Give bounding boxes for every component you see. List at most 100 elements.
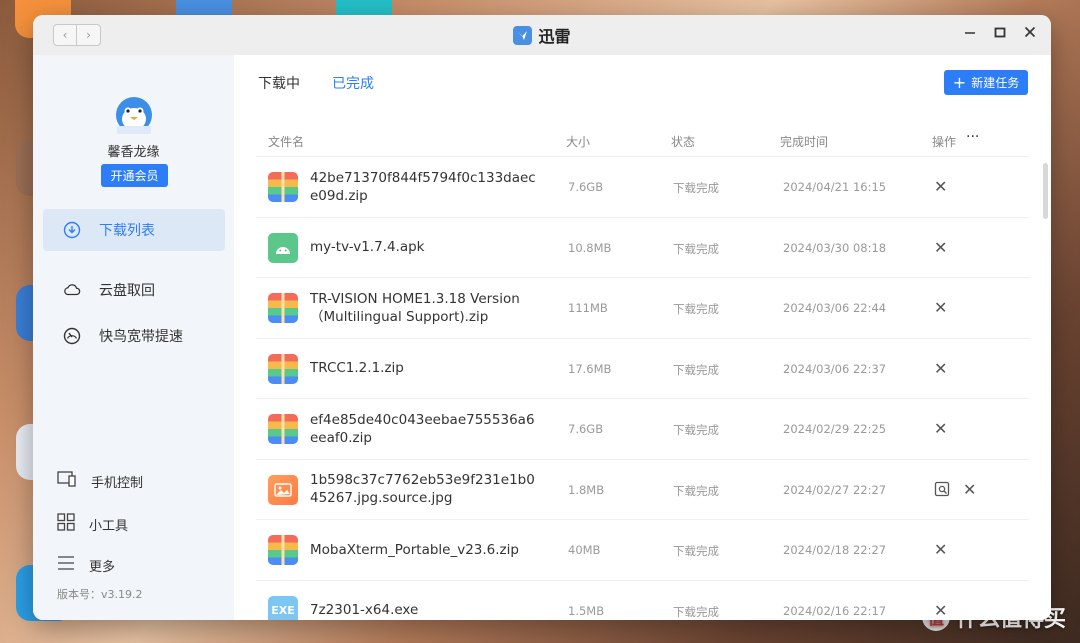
sidebar-item-label: 云盘取回 [99, 283, 155, 299]
zip-file-icon [268, 172, 298, 202]
file-complete-time: 2024/02/18 22:27 [783, 543, 887, 557]
more-options-icon[interactable]: ··· [966, 129, 979, 145]
file-status: 下载完成 [673, 483, 719, 498]
file-complete-time: 2024/02/29 22:25 [783, 422, 887, 436]
close-icon[interactable] [1023, 25, 1037, 39]
sidebar-item-phone-control[interactable]: 手机控制 [57, 471, 143, 491]
tabs: 下载中 已完成 [258, 73, 374, 93]
sidebar-bottom-label: 小工具 [89, 518, 129, 534]
file-complete-time: 2024/02/27 22:27 [783, 482, 887, 497]
file-status: 下载完成 [673, 544, 719, 558]
file-status: 下载完成 [673, 302, 719, 316]
back-button[interactable]: ‹ [53, 24, 77, 46]
main-panel: 下载中 已完成 + 新建任务 文件名 大小 状态 完成时间 操作 ··· 42b… [234, 55, 1051, 620]
nav-buttons: ‹ › [53, 24, 101, 46]
file-name: my-tv-v1.7.4.apk [310, 239, 425, 256]
avatar[interactable] [113, 91, 155, 135]
table-row[interactable]: MobaXterm_Portable_v23.6.zip 40MB 下载完成 2… [256, 520, 1029, 581]
file-size: 1.8MB [568, 482, 605, 497]
column-header-time[interactable]: 完成时间 [780, 133, 828, 150]
sidebar-bottom-label: 手机控制 [91, 475, 144, 491]
file-name: TRCC1.2.1.zip [310, 360, 404, 377]
scrollbar[interactable] [1043, 163, 1048, 219]
vip-button[interactable]: 开通会员 [101, 164, 168, 187]
exe-file-icon: EXE [268, 595, 298, 620]
delete-icon[interactable]: ✕ [963, 480, 976, 499]
delete-icon[interactable]: ✕ [934, 540, 947, 559]
tools-grid-icon [57, 513, 75, 535]
plus-icon: + [952, 72, 967, 92]
table-row[interactable]: 1b598c37c7762eb53e9f231e1b045267.jpg.sou… [256, 460, 1029, 520]
table-row[interactable]: EXE 7z2301-x64.exe 1.5MB 下载完成 2024/02/16… [256, 581, 1029, 620]
table-header: 文件名 大小 状态 完成时间 操作 ··· [256, 127, 1029, 157]
zip-file-icon [268, 414, 298, 444]
delete-icon[interactable]: ✕ [934, 359, 947, 378]
sidebar-item-speedup[interactable]: 快鸟宽带提速 [43, 315, 225, 357]
file-status: 下载完成 [673, 241, 719, 256]
file-complete-time: 2024/03/06 22:44 [783, 301, 887, 315]
file-name: ef4e85de40c043eebae755536a6eeaf0.zip [310, 411, 535, 446]
new-task-button[interactable]: + 新建任务 [944, 70, 1028, 95]
delete-icon[interactable]: ✕ [934, 177, 947, 196]
speedometer-icon [63, 327, 81, 345]
table-row[interactable]: 42be71370f844f5794f0c133daece09d.zip 7.6… [256, 157, 1029, 218]
new-task-label: 新建任务 [971, 76, 1020, 90]
file-list: 42be71370f844f5794f0c133daece09d.zip 7.6… [256, 157, 1029, 620]
file-status: 下载完成 [673, 423, 719, 437]
thunder-logo-icon [513, 25, 533, 45]
file-name: 42be71370f844f5794f0c133daece09d.zip [310, 169, 536, 204]
image-file-icon [268, 474, 298, 505]
table-row[interactable]: ef4e85de40c043eebae755536a6eeaf0.zip 7.6… [256, 399, 1029, 460]
file-complete-time: 2024/03/06 22:37 [783, 361, 887, 376]
delete-icon[interactable]: ✕ [934, 298, 947, 317]
android-apk-icon [268, 232, 298, 263]
file-size: 40MB [568, 543, 601, 557]
zip-file-icon [268, 293, 298, 323]
file-size: 10.8MB [568, 240, 612, 255]
file-size: 7.6GB [568, 180, 604, 194]
title-bar: ‹ › 迅雷 [33, 15, 1051, 55]
sidebar-item-label: 快鸟宽带提速 [99, 329, 183, 345]
tab-completed[interactable]: 已完成 [332, 73, 374, 93]
file-complete-time: 2024/03/30 08:18 [783, 240, 887, 255]
table-row[interactable]: TR-VISION HOME1.3.18 Version（Multilingua… [256, 278, 1029, 339]
title-wrap: 迅雷 [513, 23, 571, 47]
sidebar-item-cloud-retrieve[interactable]: 云盘取回 [43, 269, 225, 311]
sidebar-item-more[interactable]: 更多 [57, 555, 115, 575]
file-name: TR-VISION HOME1.3.18 Version（Multilingua… [310, 290, 520, 325]
sidebar-bottom-label: 更多 [89, 559, 116, 575]
download-circle-icon [63, 221, 81, 239]
delete-icon[interactable]: ✕ [934, 601, 947, 620]
file-name: MobaXterm_Portable_v23.6.zip [310, 541, 519, 558]
delete-icon[interactable]: ✕ [934, 419, 947, 438]
file-size: 1.5MB [568, 603, 605, 618]
column-header-action: 操作 [932, 135, 957, 149]
sidebar-item-download-list[interactable]: 下载列表 [43, 209, 225, 251]
file-size: 17.6MB [568, 361, 612, 376]
version-label: 版本号：v3.19.2 [57, 588, 143, 601]
file-name: 7z2301-x64.exe [310, 602, 419, 619]
file-status: 下载完成 [673, 362, 719, 377]
cloud-icon [63, 281, 81, 299]
preview-icon[interactable] [934, 481, 950, 497]
file-complete-time: 2024/04/21 16:15 [783, 180, 887, 194]
menu-icon [57, 555, 75, 575]
file-name: 1b598c37c7762eb53e9f231e1b045267.jpg.sou… [310, 472, 535, 507]
column-header-size[interactable]: 大小 [566, 133, 590, 150]
username: 馨香龙缘 [107, 145, 160, 160]
tab-downloading[interactable]: 下载中 [258, 73, 300, 93]
column-header-name[interactable]: 文件名 [268, 133, 304, 150]
app-window: ‹ › 迅雷 馨香龙缘 开通会员 下载列表 云盘取回 快鸟宽带提速 手机控制 小… [33, 15, 1051, 620]
table-row[interactable]: TRCC1.2.1.zip 17.6MB 下载完成 2024/03/06 22:… [256, 339, 1029, 399]
maximize-icon[interactable] [993, 25, 1007, 39]
zip-file-icon [268, 353, 298, 384]
delete-icon[interactable]: ✕ [934, 238, 947, 257]
sidebar-item-tools[interactable]: 小工具 [57, 513, 128, 535]
file-size: 7.6GB [568, 422, 604, 436]
phone-control-icon [57, 471, 77, 491]
minimize-icon[interactable] [963, 25, 977, 39]
file-status: 下载完成 [673, 604, 719, 619]
forward-button[interactable]: › [77, 24, 101, 46]
column-header-status[interactable]: 状态 [671, 133, 695, 150]
table-row[interactable]: my-tv-v1.7.4.apk 10.8MB 下载完成 2024/03/30 … [256, 218, 1029, 278]
